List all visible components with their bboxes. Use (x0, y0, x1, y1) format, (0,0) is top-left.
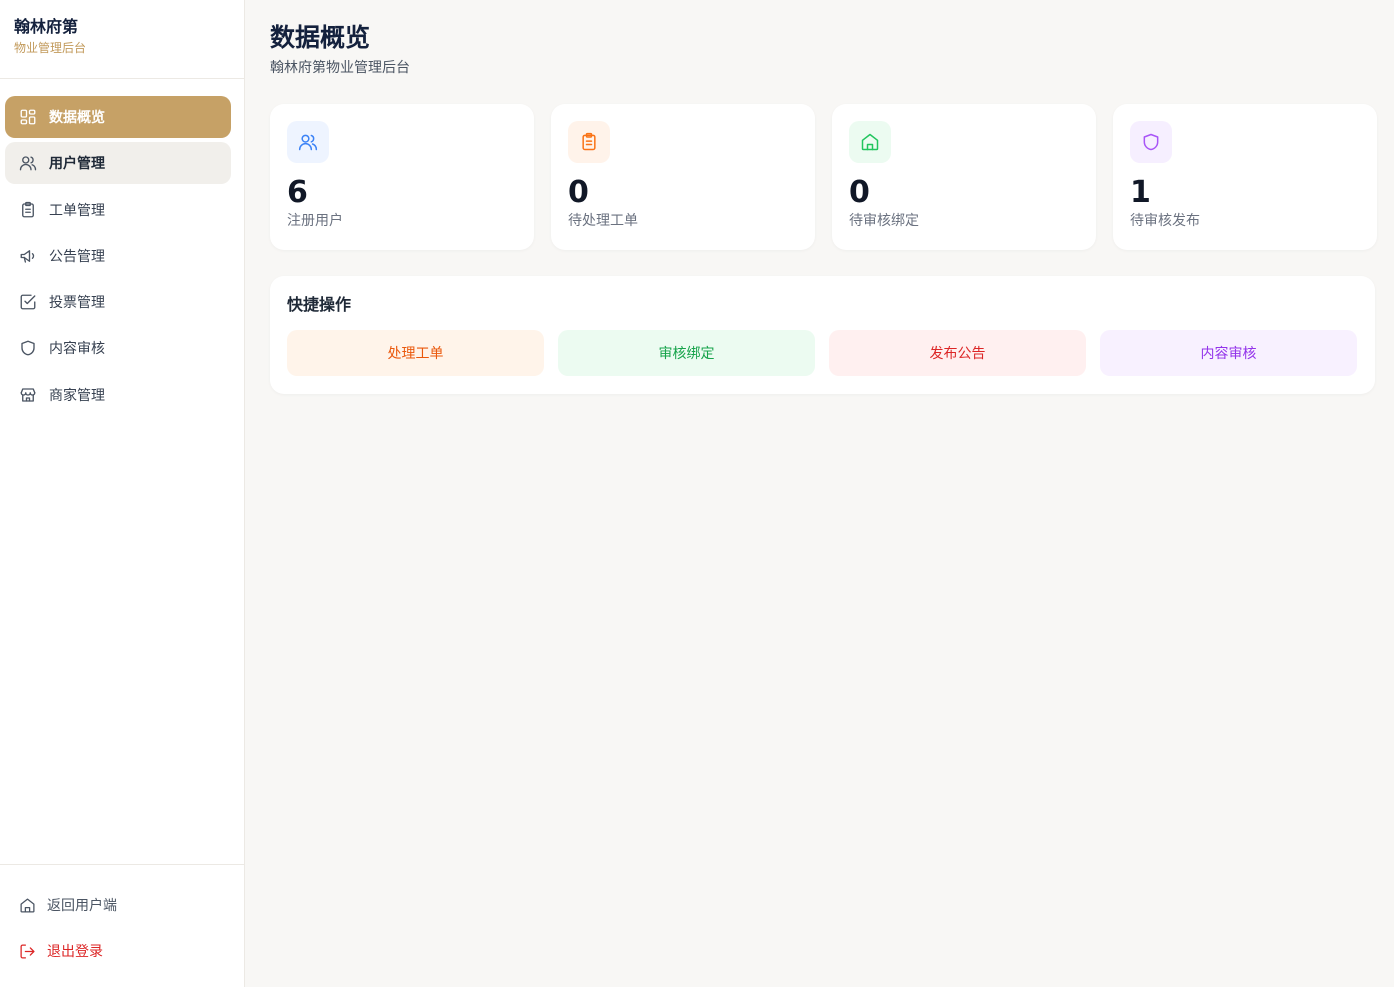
sidebar-item-votes[interactable]: 投票管理 (5, 281, 231, 323)
sidebar-item-label: 内容审核 (49, 341, 105, 358)
sidebar-nav: 数据概览 用户管理 工单管理 公告管理 投票管理 内容审核 商家管理 (5, 96, 231, 420)
stat-card-posts: 1 待审核发布 (1113, 104, 1377, 250)
stat-value: 6 (287, 175, 308, 210)
page-title: 数据概览 (270, 23, 371, 52)
stat-label: 待处理工单 (568, 213, 638, 229)
clipboard-icon (18, 200, 38, 220)
sidebar-item-content-review[interactable]: 内容审核 (5, 327, 231, 369)
page-subtitle: 翰林府第物业管理后台 (270, 60, 410, 76)
brand-name: 翰林府第 (14, 17, 79, 36)
sidebar-item-announcements[interactable]: 公告管理 (5, 235, 231, 277)
stats-row: 6 注册用户 0 待处理工单 0 待审核绑定 1 待审核发布 (270, 104, 1377, 250)
sidebar-item-label: 用户管理 (49, 156, 105, 173)
stat-label: 待审核绑定 (849, 213, 919, 229)
sidebar-item-label: 投票管理 (49, 295, 105, 312)
shield-icon (1130, 121, 1172, 163)
stat-value: 0 (568, 175, 589, 210)
stat-card-users: 6 注册用户 (270, 104, 534, 250)
publish-announcement-button[interactable]: 发布公告 (829, 330, 1086, 376)
dashboard-icon (18, 107, 38, 127)
clipboard-icon (568, 121, 610, 163)
home-icon (17, 895, 37, 915)
sidebar-item-label: 数据概览 (49, 110, 105, 126)
quick-actions-title: 快捷操作 (287, 295, 352, 314)
logout-label: 退出登录 (47, 944, 103, 960)
stat-value: 0 (849, 175, 870, 210)
logout-icon (17, 941, 37, 961)
sidebar-footer: 返回用户端 退出登录 (0, 864, 244, 974)
stat-label: 待审核发布 (1130, 213, 1200, 229)
home-icon (849, 121, 891, 163)
megaphone-icon (18, 246, 38, 266)
stat-card-bindings: 0 待审核绑定 (832, 104, 1096, 250)
back-to-user-label: 返回用户端 (47, 898, 117, 914)
sidebar-item-label: 公告管理 (49, 248, 105, 265)
sidebar-item-label: 工单管理 (49, 202, 105, 219)
main-content: 数据概览 翰林府第物业管理后台 6 注册用户 0 待处理工单 0 待审核绑定 1… (270, 0, 1377, 394)
sidebar-item-workorders[interactable]: 工单管理 (5, 189, 231, 231)
logout-button[interactable]: 退出登录 (0, 928, 244, 974)
stat-card-workorders: 0 待处理工单 (551, 104, 815, 250)
quick-actions-panel: 快捷操作 处理工单 审核绑定 发布公告 内容审核 (270, 276, 1375, 394)
users-icon (18, 153, 38, 173)
shield-icon (18, 338, 38, 358)
sidebar: 翰林府第 物业管理后台 数据概览 用户管理 工单管理 公告管理 投票管理 内容审… (0, 0, 245, 987)
brand: 翰林府第 物业管理后台 (0, 0, 244, 79)
brand-subtitle: 物业管理后台 (14, 41, 87, 55)
back-to-user-link[interactable]: 返回用户端 (0, 882, 244, 928)
stat-value: 1 (1130, 175, 1151, 210)
quick-actions-buttons: 处理工单 审核绑定 发布公告 内容审核 (287, 330, 1358, 376)
checkbox-icon (18, 292, 38, 312)
store-icon (18, 385, 38, 405)
stat-label: 注册用户 (287, 213, 343, 229)
sidebar-item-label: 商家管理 (49, 387, 105, 404)
sidebar-item-merchants[interactable]: 商家管理 (5, 374, 231, 416)
review-binding-button[interactable]: 审核绑定 (558, 330, 815, 376)
sidebar-item-dashboard[interactable]: 数据概览 (5, 96, 231, 138)
content-review-button[interactable]: 内容审核 (1100, 330, 1357, 376)
process-workorder-button[interactable]: 处理工单 (287, 330, 544, 376)
sidebar-item-users[interactable]: 用户管理 (5, 142, 231, 185)
users-icon (287, 121, 329, 163)
